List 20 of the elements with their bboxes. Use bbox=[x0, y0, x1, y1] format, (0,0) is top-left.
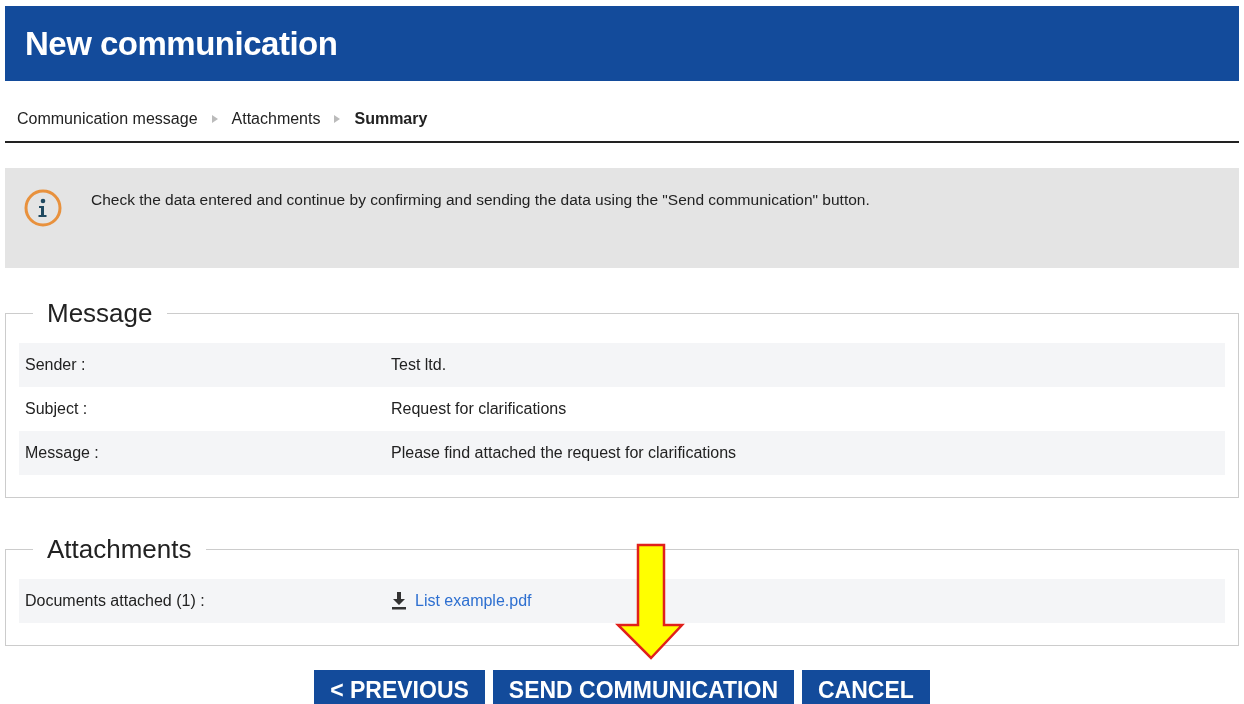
file-link[interactable]: List example.pdf bbox=[415, 589, 532, 614]
page-title: New communication bbox=[25, 23, 338, 64]
breadcrumb-step[interactable]: Summary bbox=[354, 107, 428, 131]
info-message: Check the data entered and continue by confirming and sending the data using the "Send communication" button. bbox=[91, 190, 870, 210]
field-label: Message : bbox=[25, 443, 100, 464]
download-icon bbox=[391, 592, 407, 611]
field-label: Documents attached (1) : bbox=[25, 591, 206, 612]
action-button[interactable]: < PREVIOUS bbox=[314, 670, 485, 704]
field-label: Sender : bbox=[25, 355, 87, 376]
action-button[interactable]: CANCEL bbox=[802, 670, 930, 704]
field-label: Subject : bbox=[25, 399, 89, 420]
field-value: Please find attached the request for clarifications bbox=[391, 443, 737, 464]
breadcrumb-step[interactable]: Attachments bbox=[231, 107, 321, 131]
info-icon bbox=[23, 188, 63, 228]
breadcrumb-step[interactable]: Communication message bbox=[17, 107, 198, 131]
section-title: Attachments bbox=[46, 534, 193, 566]
field-value: Request for clarifications bbox=[391, 399, 567, 420]
action-button[interactable]: SEND COMMUNICATION bbox=[492, 670, 794, 704]
section-title: Message bbox=[46, 298, 154, 330]
field-value: Test ltd. bbox=[391, 355, 447, 376]
